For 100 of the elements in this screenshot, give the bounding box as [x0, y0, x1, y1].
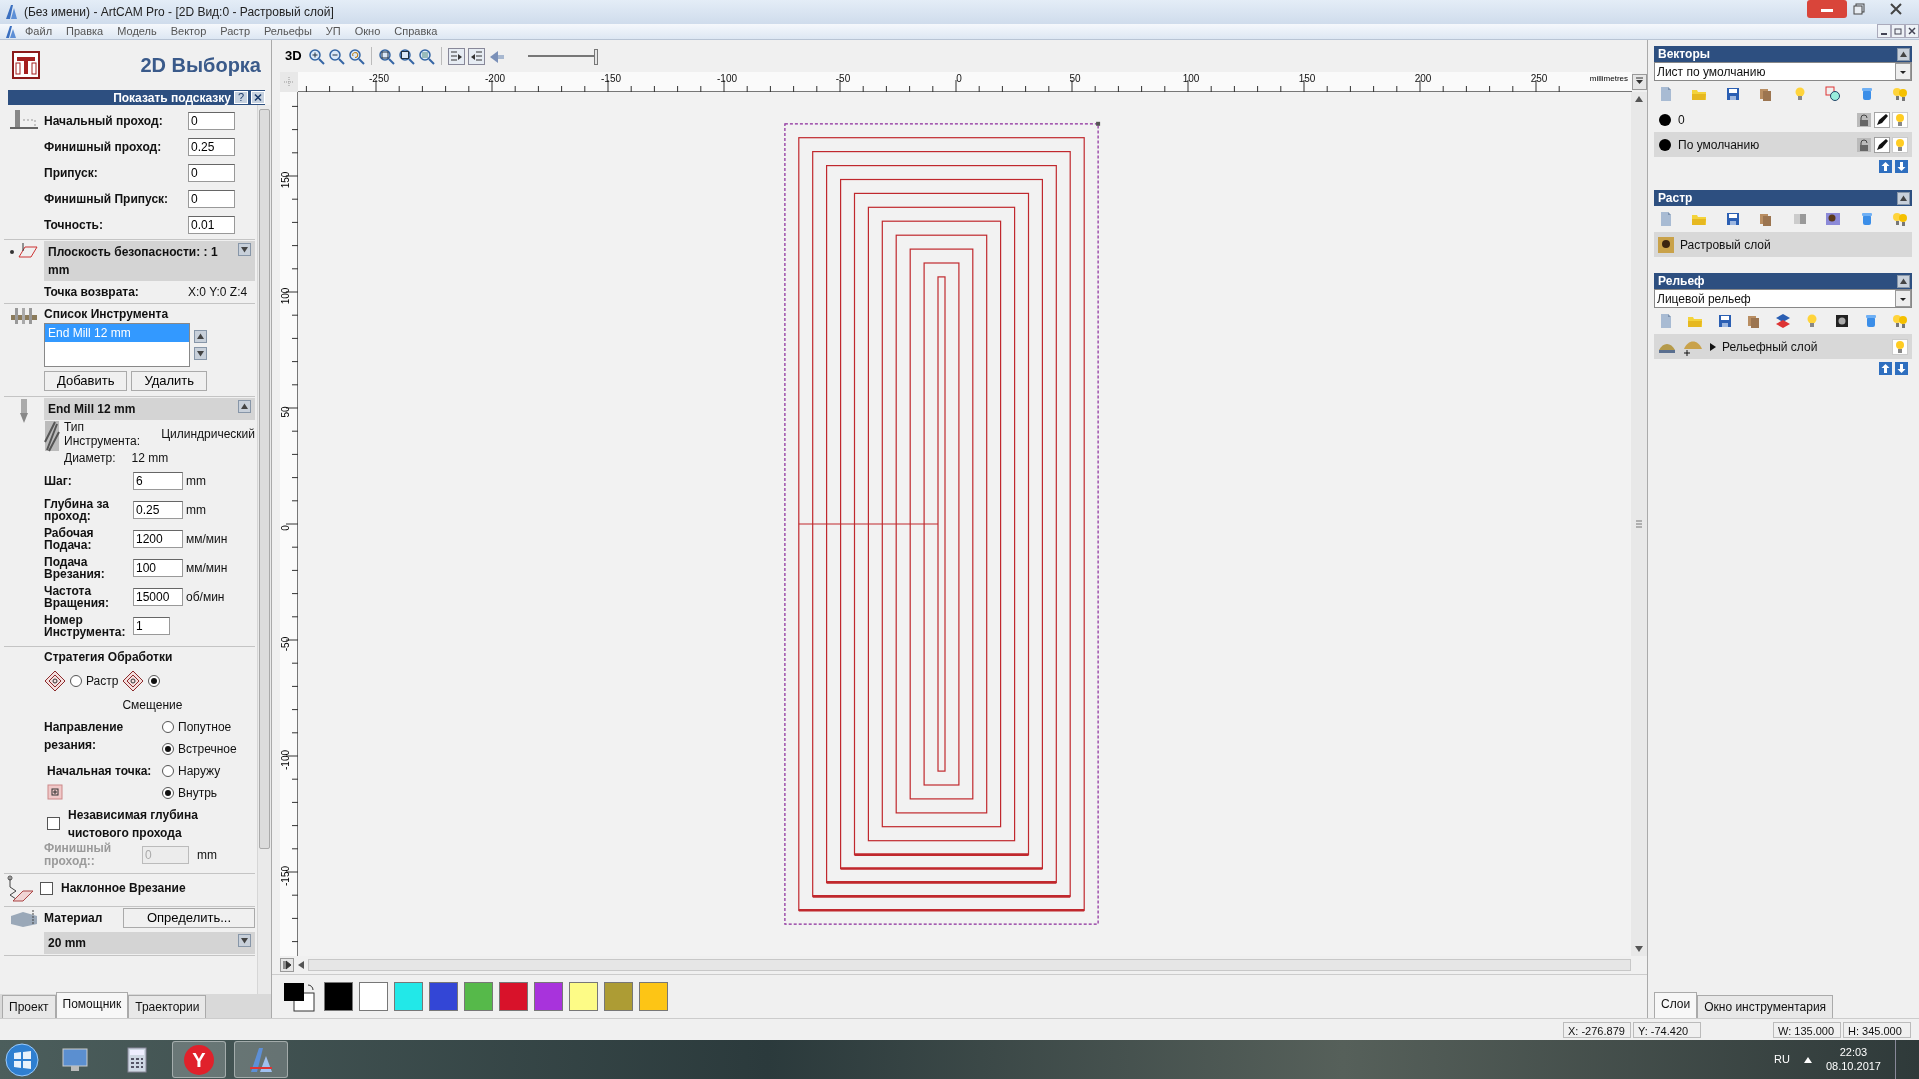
menu-item[interactable]: Растр: [213, 23, 257, 40]
menu-item[interactable]: Вектор: [163, 23, 214, 40]
minimize-icon[interactable]: [1877, 23, 1891, 38]
color-swatch[interactable]: [604, 982, 633, 1011]
input-field[interactable]: 6: [133, 472, 183, 491]
zoom-all-icon[interactable]: [417, 47, 435, 65]
move-down-icon[interactable]: [194, 347, 207, 360]
show-hint-link[interactable]: Показать подсказку: [113, 88, 231, 107]
layer-color-icon[interactable]: [1658, 137, 1672, 152]
color-swatch[interactable]: [464, 982, 493, 1011]
input-field[interactable]: 0: [188, 112, 235, 130]
radio-button[interactable]: [162, 786, 174, 799]
checkbox[interactable]: [40, 881, 53, 895]
zoom-fit-icon[interactable]: [397, 47, 415, 65]
layer-row[interactable]: Рельефный слой: [1654, 334, 1912, 359]
zoom-box-icon[interactable]: [377, 47, 395, 65]
lock-icon[interactable]: [1856, 136, 1872, 153]
lightbulb-icon[interactable]: [1892, 338, 1908, 355]
color-swatch[interactable]: [569, 982, 598, 1011]
expand-arrow-icon[interactable]: [1710, 342, 1716, 351]
page-nav-icon[interactable]: [280, 958, 294, 972]
color-swatch[interactable]: [394, 982, 423, 1011]
portrait-icon[interactable]: [1825, 211, 1842, 227]
layer-row[interactable]: Растровый слой: [1654, 232, 1912, 257]
input-field[interactable]: 1200: [133, 530, 183, 549]
panel-tab[interactable]: Помощник: [55, 992, 129, 1018]
expand-icon[interactable]: [238, 243, 251, 256]
menu-item[interactable]: Рельефы: [257, 23, 319, 40]
menu-item[interactable]: Файл: [18, 23, 60, 40]
input-field[interactable]: 0.25: [133, 501, 183, 520]
radio-button[interactable]: [162, 742, 174, 755]
move-down-icon[interactable]: [1895, 160, 1908, 173]
color-swatch[interactable]: [499, 982, 528, 1011]
layer-down-icon[interactable]: [447, 47, 465, 65]
menu-item[interactable]: Справка: [387, 23, 445, 40]
zoom-in-icon[interactable]: [307, 47, 325, 65]
radio-button[interactable]: [70, 674, 82, 687]
menu-item[interactable]: Правка: [59, 23, 111, 40]
zoom-slider[interactable]: [527, 49, 598, 63]
input-field[interactable]: 15000: [133, 588, 183, 607]
dropdown[interactable]: Лист по умолчанию: [1654, 62, 1912, 81]
lock-icon[interactable]: [1856, 111, 1872, 128]
scrollbar[interactable]: [1631, 92, 1647, 956]
expand-icon[interactable]: [238, 934, 251, 948]
layers-icon[interactable]: [1775, 313, 1791, 329]
scrollbar[interactable]: [257, 105, 271, 994]
panel-tab[interactable]: Траектории: [128, 995, 207, 1018]
panel-tab[interactable]: Слои: [1654, 992, 1698, 1018]
input-field[interactable]: 0.01: [188, 216, 235, 234]
move-down-icon[interactable]: [1895, 362, 1908, 375]
zoom-out-icon[interactable]: [327, 47, 345, 65]
lightbulbs-icon[interactable]: [1891, 211, 1908, 227]
color-swatch[interactable]: [359, 982, 388, 1011]
dropdown[interactable]: Лицевой рельеф: [1654, 289, 1912, 308]
collapse-icon[interactable]: [238, 400, 251, 413]
current-colors-icon[interactable]: [282, 980, 318, 1013]
shapes-icon[interactable]: [1825, 86, 1842, 102]
input-field[interactable]: 0: [188, 190, 235, 208]
checkbox[interactable]: [47, 817, 60, 831]
collapse-icon[interactable]: [1897, 191, 1910, 205]
close-icon[interactable]: [1905, 23, 1919, 38]
panel-tab[interactable]: Окно инструментария: [1697, 995, 1834, 1018]
save-icon[interactable]: [1716, 313, 1733, 329]
lightbulbs-icon[interactable]: [1891, 86, 1908, 102]
film-icon[interactable]: [1833, 313, 1850, 329]
taskbar-app[interactable]: Y: [172, 1041, 226, 1078]
input-field[interactable]: 0.25: [188, 138, 235, 156]
input-field[interactable]: 100: [133, 559, 183, 578]
color-swatch[interactable]: [639, 982, 668, 1011]
input-field[interactable]: 1: [133, 617, 170, 636]
help-button[interactable]: ?: [234, 91, 248, 104]
scroll-left-icon[interactable]: [298, 961, 304, 969]
color-swatch[interactable]: [324, 982, 353, 1011]
move-up-icon[interactable]: [1879, 160, 1892, 173]
radio-button[interactable]: [162, 764, 174, 777]
layer-up-icon[interactable]: [467, 47, 485, 65]
view-3d-button[interactable]: 3D: [282, 46, 305, 66]
pen-icon[interactable]: [1874, 111, 1890, 128]
layer-row[interactable]: По умолчанию: [1654, 132, 1912, 157]
tray-arrow-icon[interactable]: [1803, 1056, 1812, 1063]
minimize-icon[interactable]: [1807, 0, 1847, 18]
layer-color-icon[interactable]: [1658, 112, 1672, 127]
menu-item[interactable]: Модель: [110, 23, 164, 40]
input-field[interactable]: 0: [188, 164, 235, 182]
ruler-menu-icon[interactable]: [1632, 72, 1648, 92]
move-up-icon[interactable]: [194, 330, 207, 343]
list-button[interactable]: Добавить: [44, 371, 128, 391]
menu-item[interactable]: Окно: [347, 23, 388, 40]
menu-item[interactable]: УП: [318, 23, 348, 40]
lightbulbs-icon[interactable]: [1892, 313, 1908, 329]
stack-icon[interactable]: [1745, 313, 1762, 329]
pen-icon[interactable]: [1874, 136, 1890, 153]
scroll-down-icon[interactable]: [1635, 946, 1643, 952]
radio-button[interactable]: [162, 720, 174, 733]
scroll-up-icon[interactable]: [1635, 96, 1643, 102]
save-icon[interactable]: [1724, 211, 1741, 227]
collapse-icon[interactable]: [1897, 274, 1910, 288]
start-button-icon[interactable]: [4, 1041, 40, 1078]
layer-row[interactable]: 0: [1654, 107, 1912, 132]
zoom-previous-icon[interactable]: [347, 47, 365, 65]
